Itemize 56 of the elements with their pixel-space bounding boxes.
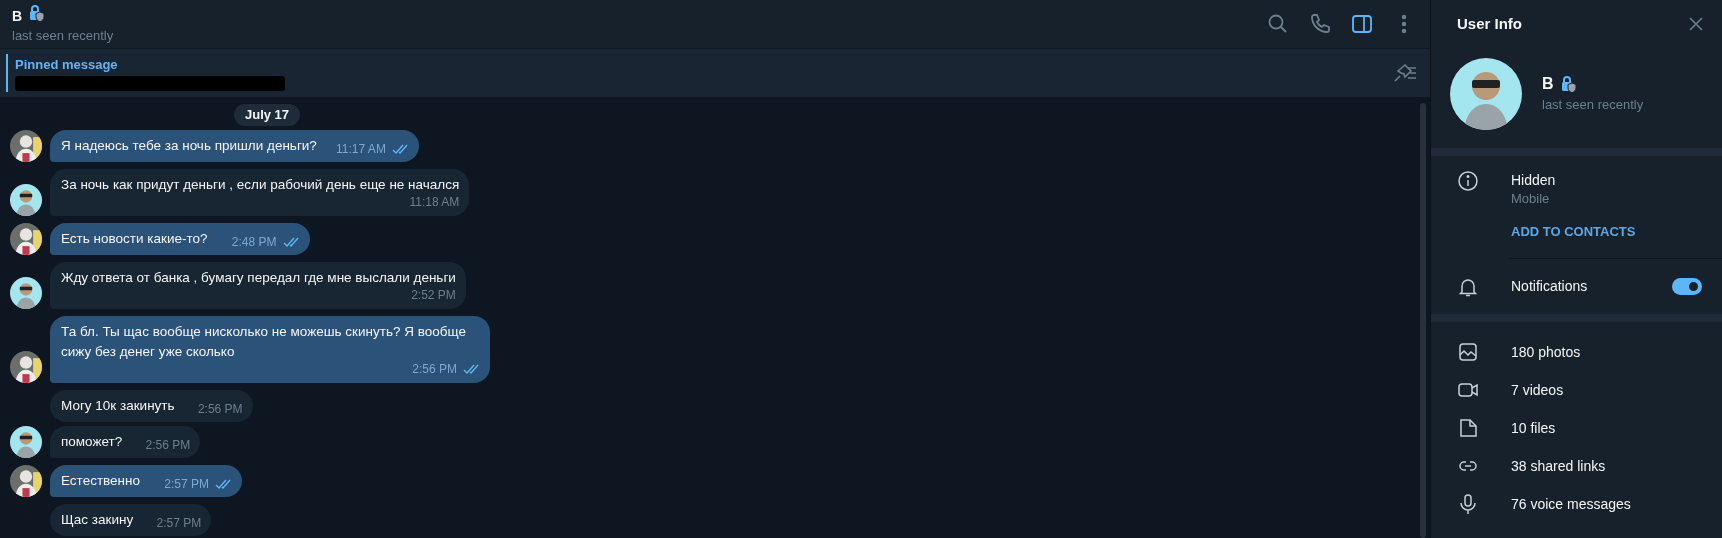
message-text: Жду ответа от банка , бумагу передал где мне выслали деньги [61, 269, 456, 287]
message-text: Естественно [61, 473, 141, 488]
avatar [10, 277, 42, 309]
read-check-icon [282, 237, 300, 247]
contact-name: B [12, 7, 23, 25]
message-text: поможет? [61, 434, 123, 449]
message-time: 2:48 PM [231, 234, 277, 250]
lock-shield-icon [1560, 75, 1577, 94]
message-text: Щас закину [61, 512, 134, 527]
message-text: Та бл. Ты щас вообще нисколько не можешь скинуть? Я вообще сижу без денег уже сколько [61, 323, 467, 361]
avatar [10, 465, 42, 497]
media-link[interactable]: 7 videos [1511, 379, 1564, 401]
avatar [10, 223, 42, 255]
pinned-accent-bar [6, 54, 8, 92]
date-pill: July 17 [234, 104, 301, 126]
avatar [10, 426, 42, 458]
media-link[interactable]: 76 voice messages [1511, 493, 1631, 515]
message-time: 11:18 AM [409, 194, 460, 210]
phone-label: Mobile [1511, 190, 1551, 208]
notifications-label: Notifications [1511, 277, 1588, 296]
read-check-icon [391, 144, 409, 154]
contact-status: last seen recently [1542, 96, 1644, 113]
panel-title: User Info [1457, 13, 1522, 34]
microphone-icon [1457, 493, 1479, 515]
message-time: 2:56 PM [197, 401, 243, 417]
pinned-title: Pinned message [15, 55, 119, 73]
message-time: 2:57 PM [164, 476, 210, 492]
avatar [10, 351, 42, 383]
read-check-icon [215, 479, 233, 489]
sidebar-toggle-icon[interactable] [1350, 12, 1374, 36]
avatar [10, 130, 42, 162]
message-time: 2:52 PM [411, 287, 456, 303]
file-icon [1457, 417, 1479, 439]
scrollbar[interactable] [1420, 103, 1426, 538]
phone-value: Hidden [1511, 171, 1557, 190]
add-to-contacts-link[interactable]: ADD TO CONTACTS [1511, 222, 1636, 242]
media-link[interactable]: 38 shared links [1511, 455, 1606, 477]
info-icon [1457, 170, 1479, 192]
message-text: Есть новости какие-то? [61, 231, 208, 246]
message-text: Могу 10к закинуть [61, 398, 175, 413]
media-link[interactable]: 10 files [1511, 417, 1556, 439]
photo-icon [1457, 341, 1479, 363]
message-text: Я надеюсь тебе за ночь пришли деньги? [61, 138, 317, 153]
read-check-icon [463, 364, 480, 374]
message-time: 2:57 PM [156, 515, 202, 531]
media-link[interactable]: 180 photos [1511, 341, 1581, 363]
contact-name: B [1542, 75, 1554, 94]
avatar [10, 184, 42, 216]
phone-icon[interactable] [1308, 12, 1332, 36]
contact-status: last seen recently [12, 28, 114, 44]
message-time: 2:56 PM [412, 361, 457, 377]
notifications-toggle[interactable] [1672, 278, 1702, 295]
message-time: 11:17 AM [336, 141, 386, 157]
message-time: 2:56 PM [145, 437, 191, 453]
lock-shield-icon [29, 4, 46, 22]
message-text: За ночь как придут деньги , если рабочий день еще не начался [61, 176, 460, 194]
